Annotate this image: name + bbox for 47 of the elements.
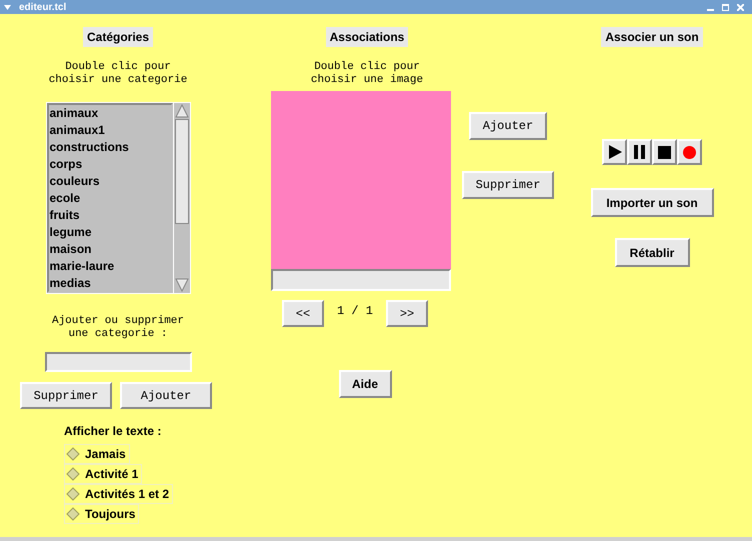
close-icon[interactable] [737,4,744,10]
record-icon [683,146,696,158]
pause-icon [634,145,646,159]
add-category-button[interactable]: Ajouter [120,382,212,409]
next-button[interactable]: >> [386,300,428,327]
delete-category-button[interactable]: Supprimer [20,382,112,409]
section-heading: Associer un son [601,27,703,47]
radio-option[interactable]: Jamais [64,444,130,464]
section-heading: Catégories [82,27,154,47]
list-item[interactable]: fruits [48,207,170,224]
help-button[interactable]: Aide [338,370,392,398]
scroll-down-icon[interactable] [174,277,190,293]
remove-image-button[interactable]: Supprimer [462,171,554,199]
add-image-button[interactable]: Ajouter [469,112,547,140]
play-icon [608,145,622,159]
list-item[interactable]: animaux [48,105,170,122]
list-item[interactable]: couleurs [48,173,170,190]
instruction-text: Double clic pour choisir une categorie [48,61,188,87]
stop-icon [658,146,671,158]
options-label: Afficher le texte : [64,423,162,440]
list-item[interactable]: animaux1 [48,122,170,139]
radio-option[interactable]: Activités 1 et 2 [64,484,174,504]
media-button[interactable] [627,139,652,165]
previous-button[interactable]: << [282,300,324,327]
list-item[interactable]: legume [48,224,170,241]
list-item[interactable]: corps [48,156,170,173]
list-item[interactable]: marie-laure [48,258,170,275]
radio-option[interactable]: Activité 1 [64,464,142,484]
list-item[interactable]: maison [48,241,170,258]
list-item[interactable]: constructions [48,139,170,156]
list-item[interactable]: medias [48,275,170,292]
maximize-icon[interactable] [722,4,729,10]
page-counter: 1 / 1 [337,303,374,320]
instruction-text: Double clic pour choisir une image [310,61,424,87]
instruction-text: Ajouter ou supprimer une categorie : [52,315,184,341]
category-input[interactable] [44,352,192,372]
menu-icon[interactable] [4,4,11,10]
media-button[interactable] [602,139,627,165]
radio-option[interactable]: Toujours [64,504,140,524]
media-button[interactable] [652,139,677,165]
scrollbar[interactable] [172,103,190,293]
list-item[interactable]: ecole [48,190,170,207]
section-heading: Associations [326,27,408,47]
reset-button[interactable]: Rétablir [614,238,690,267]
import-sound-button[interactable]: Importer un son [590,188,714,217]
window-title: editeur.tcl [19,0,66,14]
image-name-field[interactable] [271,269,451,291]
